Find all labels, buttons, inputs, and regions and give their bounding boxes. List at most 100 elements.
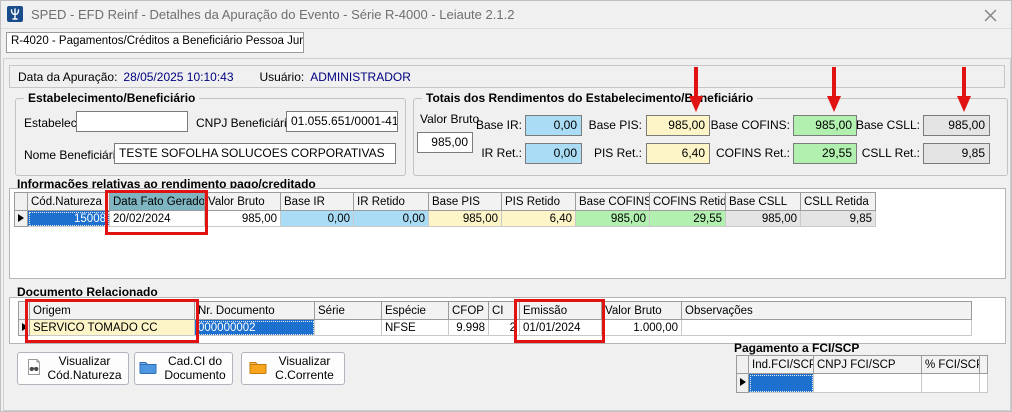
fci-spacer-cell: [980, 374, 988, 393]
group-estabelecimento-title: Estabelecimento/Beneficiário: [24, 91, 199, 105]
button-label: Cad.CI do Documento: [162, 355, 228, 383]
col-serie: Série: [315, 302, 382, 320]
titlebar: SPED - EFD Reinf - Detalhes da Apuração …: [1, 1, 1011, 29]
base-pis-label: Base PIS:: [554, 118, 642, 132]
col-origem: Origem: [30, 302, 195, 320]
nome-beneficiario-label: Nome Beneficiário:: [24, 148, 125, 162]
annotation-arrow-base-csll: [955, 67, 973, 113]
apuracao-datetime: 28/05/2025 10:10:43: [123, 70, 233, 84]
fci-selector-header: [737, 356, 749, 374]
cell-pis-retido[interactable]: 6,40: [502, 211, 576, 227]
cell-valor-bruto[interactable]: 985,00: [205, 211, 281, 227]
folder-orange-icon: [249, 360, 267, 377]
close-icon[interactable]: [981, 6, 999, 24]
group-totais-title: Totais dos Rendimentos do Estabeleciment…: [422, 91, 757, 105]
col-cofins-retido: COFINS Retido: [650, 193, 726, 211]
col-ir-retido: IR Retido: [354, 193, 429, 211]
record-type-tab[interactable]: R-4020 - Pagamentos/Créditos a Beneficiá…: [6, 32, 304, 53]
csll-ret-label: CSLL Ret.:: [814, 146, 920, 160]
base-cofins-label: Base COFINS:: [682, 118, 790, 132]
cell-cnpj-fci-scp[interactable]: [814, 374, 922, 393]
cell-data-fato-gerador[interactable]: 20/02/2024: [110, 211, 205, 227]
pis-ret-label: PIS Ret.:: [554, 146, 642, 160]
cell-emissao[interactable]: 01/01/2024: [520, 320, 602, 336]
visualizar-cod-natureza-button[interactable]: Visualizar Cód.Natureza: [17, 352, 129, 385]
window-title: SPED - EFD Reinf - Detalhes da Apuração …: [31, 7, 514, 22]
cell-especie[interactable]: NFSE: [382, 320, 449, 336]
apuracao-label: Data da Apuração:: [18, 70, 117, 84]
col-csll-retida: CSLL Retida: [801, 193, 876, 211]
apuracao-bar: Data da Apuração: 28/05/2025 10:10:43 Us…: [9, 65, 1005, 88]
col-doc-valor-bruto: Valor Bruto: [602, 302, 682, 320]
col-nr-documento: Nr. Documento: [195, 302, 315, 320]
window: SPED - EFD Reinf - Detalhes da Apuração …: [0, 0, 1012, 412]
cell-ind-fci-scp[interactable]: [749, 374, 814, 393]
fci-grid: Ind.FCI/SCP CNPJ FCI/SCP % FCI/SCP: [736, 355, 988, 393]
folder-blue-icon: [139, 360, 157, 377]
col-valor-bruto: Valor Bruto: [205, 193, 281, 211]
rendimento-selector-header: [15, 193, 28, 211]
button-label: Visualizar Cód.Natureza: [48, 355, 122, 383]
rendimento-grid: Cód.Natureza Data Fato Gerador Valor Bru…: [14, 192, 876, 227]
col-ci: CI: [489, 302, 520, 320]
col-pct-fci-scp: % FCI/SCP: [922, 356, 980, 374]
cnpj-beneficiario-field[interactable]: 01.055.651/0001-41: [286, 111, 398, 132]
cad-ci-documento-button[interactable]: Cad.CI do Documento: [134, 352, 233, 385]
estabelec-label: Estabelec:: [24, 116, 80, 130]
row-selector-arrow-icon: [15, 211, 28, 227]
usuario-label: Usuário:: [260, 70, 305, 84]
cell-observacoes[interactable]: [682, 320, 972, 336]
sped-logo-icon: [7, 6, 23, 22]
rendimento-row: 15008 20/02/2024 985,00 0,00 0,00 985,00…: [15, 211, 876, 227]
col-data-fato-gerador: Data Fato Gerador: [110, 193, 205, 211]
base-csll-label: Base CSLL:: [814, 118, 920, 132]
cell-base-ir[interactable]: 0,00: [281, 211, 354, 227]
col-observacoes: Observações: [682, 302, 972, 320]
cell-nr-documento[interactable]: 000000002: [195, 320, 315, 336]
col-pis-retido: PIS Retido: [502, 193, 576, 211]
ir-ret-label: IR Ret.:: [434, 146, 522, 160]
cell-ir-retido[interactable]: 0,00: [354, 211, 429, 227]
group-estabelecimento: Estabelecimento/Beneficiário Estabelec: …: [15, 98, 406, 176]
cell-doc-valor-bruto[interactable]: 1.000,00: [602, 320, 682, 336]
col-emissao: Emissão: [520, 302, 602, 320]
nome-beneficiario-field[interactable]: TESTE SOFOLHA SOLUCOES CORPORATIVAS: [114, 143, 396, 164]
cell-cfop[interactable]: 9.998: [449, 320, 489, 336]
cell-pct-fci-scp[interactable]: [922, 374, 980, 393]
cell-cofins-retido[interactable]: 29,55: [650, 211, 726, 227]
cell-origem[interactable]: SERVICO TOMADO CC: [30, 320, 195, 336]
col-base-ir: Base IR: [281, 193, 354, 211]
cnpj-beneficiario-label: CNPJ Beneficiário:: [196, 116, 297, 130]
cell-ci[interactable]: 2: [489, 320, 520, 336]
col-cod-natureza: Cód.Natureza: [28, 193, 110, 211]
cell-serie[interactable]: [315, 320, 382, 336]
annotation-arrow-base-cofins: [825, 67, 843, 113]
cell-base-cofins[interactable]: 985,00: [576, 211, 650, 227]
col-cfop: CFOP: [449, 302, 489, 320]
cell-base-csll[interactable]: 985,00: [726, 211, 801, 227]
cell-base-pis[interactable]: 985,00: [429, 211, 502, 227]
group-totais: Totais dos Rendimentos do Estabeleciment…: [413, 98, 1008, 176]
cofins-ret-label: COFINS Ret.:: [682, 146, 790, 160]
csll-ret-field[interactable]: 9,85: [923, 143, 990, 164]
documento-row: SERVICO TOMADO CC 000000002 NFSE 9.998 2…: [19, 320, 972, 336]
documento-grid: Origem Nr. Documento Série Espécie CFOP …: [18, 301, 972, 336]
button-label: Visualizar C.Corrente: [272, 355, 338, 383]
col-ind-fci-scp: Ind.FCI/SCP: [749, 356, 814, 374]
col-base-csll: Base CSLL: [726, 193, 801, 211]
binoculars-document-icon: [25, 358, 43, 379]
estabelec-field[interactable]: [76, 111, 188, 132]
base-ir-label: Base IR:: [434, 118, 522, 132]
fci-section-title: Pagamento a FCI/SCP: [734, 341, 859, 355]
fci-spacer-header: [980, 356, 988, 374]
visualizar-ccorrente-button[interactable]: Visualizar C.Corrente: [241, 352, 345, 385]
col-cnpj-fci-scp: CNPJ FCI/SCP: [814, 356, 922, 374]
col-base-pis: Base PIS: [429, 193, 502, 211]
row-selector-arrow-icon: [19, 320, 30, 336]
cell-csll-retida[interactable]: 9,85: [801, 211, 876, 227]
annotation-arrow-base-pis: [687, 67, 705, 113]
col-especie: Espécie: [382, 302, 449, 320]
base-csll-field[interactable]: 985,00: [923, 115, 990, 136]
usuario-value: ADMINISTRADOR: [310, 70, 411, 84]
cell-cod-natureza[interactable]: 15008: [28, 211, 110, 227]
